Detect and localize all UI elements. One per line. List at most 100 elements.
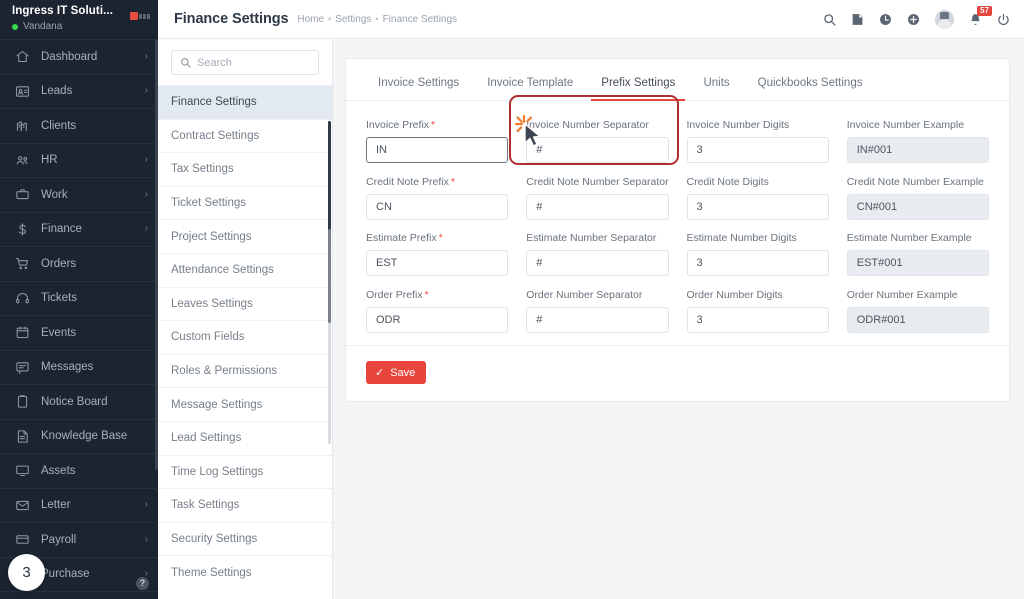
- input-credit-note-number-separator[interactable]: [526, 193, 669, 220]
- sidebar-item-work[interactable]: Work ›: [0, 177, 158, 212]
- clipboard-icon: [14, 394, 31, 409]
- field-label-text: Credit Note Prefix: [366, 175, 449, 188]
- sidebar-item-letter[interactable]: Letter ›: [0, 487, 158, 523]
- label-credit-note-digits: Credit Note Digits: [687, 176, 829, 188]
- input-order-number-digits[interactable]: [686, 306, 829, 333]
- form-row: Credit Note Prefix* Credit Note Number Se…: [366, 176, 989, 220]
- settings-item-ticket-settings[interactable]: Ticket Settings: [158, 185, 332, 220]
- sidebar-item-hr[interactable]: HR ›: [0, 142, 158, 178]
- settings-item-tax-settings[interactable]: Tax Settings: [158, 152, 332, 186]
- input-invoice-number-digits[interactable]: [686, 137, 829, 163]
- sidebar-item-orders[interactable]: Orders: [0, 246, 158, 281]
- tab-quickbooks-settings[interactable]: Quickbooks Settings: [744, 77, 877, 100]
- input-invoice-prefix[interactable]: [366, 137, 509, 163]
- avatar[interactable]: [935, 9, 954, 29]
- sidebar-item-label: Events: [41, 326, 77, 339]
- settings-item-roles-permissions[interactable]: Roles & Permissions: [158, 353, 332, 388]
- input-order-number-separator[interactable]: [526, 306, 669, 333]
- sidebar-item-knowledge-base[interactable]: Knowledge Base: [0, 418, 158, 454]
- settings-item-custom-fields[interactable]: Custom Fields: [158, 320, 332, 354]
- settings-scrollbar-track[interactable]: [328, 229, 331, 444]
- field-credit-note-prefix: Credit Note Prefix *: [366, 175, 509, 220]
- sidebar-item-leads[interactable]: Leads ›: [0, 73, 158, 109]
- input-invoice-number-separator[interactable]: [526, 137, 669, 163]
- settings-item-contract-settings[interactable]: Contract Settings: [158, 118, 332, 153]
- tab-invoice-settings[interactable]: Invoice Settings: [364, 77, 473, 100]
- topbar-actions: 57: [823, 5, 1010, 29]
- field-estimate-number-separator: Estimate Number Separator: [526, 232, 669, 276]
- settings-item-message-settings[interactable]: Message Settings: [158, 387, 332, 421]
- breadcrumb-separator: •: [328, 14, 332, 24]
- label-estimate-prefix: Estimate Prefix *: [366, 232, 508, 244]
- settings-item-security-settings[interactable]: Security Settings: [158, 521, 332, 556]
- settings-item-label: Attendance Settings: [171, 264, 274, 277]
- company-logo-icon: [130, 12, 150, 20]
- bell-icon[interactable]: 57: [969, 5, 992, 26]
- settings-search-box[interactable]: [171, 50, 319, 75]
- settings-item-leaves-settings[interactable]: Leaves Settings: [158, 286, 332, 321]
- sidebar-item-payroll[interactable]: Payroll ›: [0, 522, 158, 557]
- form-row: Estimate Prefix* Estimate Number Separato…: [366, 232, 989, 276]
- sidebar-item-tickets[interactable]: Tickets: [0, 280, 158, 316]
- settings-search-wrap: [158, 39, 332, 85]
- settings-item-label: Message Settings: [171, 398, 263, 411]
- notification-badge: 57: [977, 5, 992, 16]
- breadcrumb-home[interactable]: Home: [297, 14, 324, 25]
- power-icon[interactable]: [997, 13, 1010, 26]
- tab-invoice-template[interactable]: Invoice Template: [473, 77, 587, 100]
- plus-circle-icon[interactable]: [907, 13, 920, 26]
- breadcrumb-settings[interactable]: Settings: [335, 14, 371, 25]
- sidebar-item-label: Knowledge Base: [41, 430, 128, 443]
- monitor-icon: [14, 463, 31, 478]
- form-row: Invoice Prefix* Invoice Number Separator I…: [366, 119, 989, 163]
- sidebar-item-clients[interactable]: Clients: [0, 108, 158, 143]
- settings-item-lead-settings[interactable]: Lead Settings: [158, 420, 332, 455]
- save-button[interactable]: ✓ Save: [366, 361, 427, 384]
- field-estimate-number-example: Estimate Number Example: [846, 232, 989, 276]
- settings-item-label: Contract Settings: [171, 129, 260, 142]
- tab-units[interactable]: Units: [689, 77, 743, 100]
- input-estimate-number-separator[interactable]: [526, 250, 669, 276]
- settings-item-project-settings[interactable]: Project Settings: [158, 219, 332, 253]
- input-credit-note-prefix[interactable]: [366, 193, 509, 220]
- field-label-text: Estimate Number Separator: [526, 232, 657, 244]
- sidebar-item-assets[interactable]: Assets: [0, 453, 158, 488]
- field-order-number-example: Order Number Example: [846, 289, 989, 333]
- field-label-text: Credit Note Number Separator: [526, 175, 669, 188]
- sidebar-item-label: Finance: [41, 223, 82, 236]
- sidebar-item-finance[interactable]: Finance ›: [0, 211, 158, 247]
- search-icon[interactable]: [823, 13, 836, 26]
- sidebar-item-notice-board[interactable]: Notice Board: [0, 384, 158, 419]
- settings-item-theme-settings[interactable]: Theme Settings: [158, 555, 332, 589]
- settings-item-finance-settings[interactable]: Finance Settings: [158, 85, 332, 119]
- building-icon: [14, 118, 31, 133]
- field-invoice-number-separator: Invoice Number Separator: [526, 119, 669, 163]
- users-icon: [14, 153, 31, 168]
- settings-item-time-log-settings[interactable]: Time Log Settings: [158, 454, 332, 489]
- brand-header[interactable]: Ingress IT Soluti... Vandana: [0, 0, 158, 39]
- sidebar-item-label: Letter: [41, 499, 71, 512]
- help-icon[interactable]: ?: [136, 577, 149, 590]
- input-order-prefix[interactable]: [366, 306, 509, 333]
- sidebar-item-dashboard[interactable]: Dashboard ›: [0, 39, 158, 74]
- input-credit-note-digits[interactable]: [686, 193, 829, 220]
- tab-label: Quickbooks Settings: [757, 77, 863, 89]
- tab-prefix-settings[interactable]: Prefix Settings: [587, 77, 689, 101]
- main-sidebar: Ingress IT Soluti... Vandana Dashboard › L…: [0, 0, 158, 599]
- input-estimate-prefix[interactable]: [366, 250, 509, 276]
- sidebar-item-messages[interactable]: Messages: [0, 349, 158, 385]
- tab-label: Invoice Settings: [378, 77, 460, 89]
- note-icon[interactable]: [851, 13, 864, 26]
- breadcrumb: Home • Settings • Finance Settings: [297, 14, 457, 25]
- input-estimate-number-digits[interactable]: [686, 250, 829, 276]
- settings-item-attendance-settings[interactable]: Attendance Settings: [158, 252, 332, 287]
- settings-item-label: Leaves Settings: [171, 297, 253, 310]
- clock-icon[interactable]: [879, 13, 892, 26]
- sidebar-item-qr-code[interactable]: QR Code: [0, 591, 158, 599]
- briefcase-icon: [14, 187, 31, 202]
- settings-search-input[interactable]: [197, 56, 310, 69]
- breadcrumb-current: Finance Settings: [382, 13, 458, 25]
- settings-item-task-settings[interactable]: Task Settings: [158, 488, 332, 522]
- field-order-prefix: Order Prefix *: [366, 289, 509, 333]
- sidebar-item-events[interactable]: Events: [0, 315, 158, 350]
